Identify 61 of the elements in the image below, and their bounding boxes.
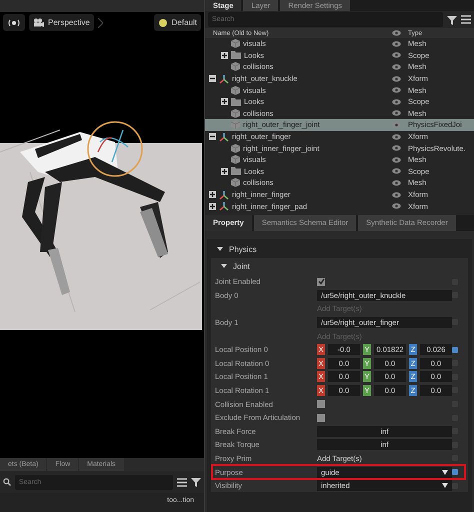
expand-button[interactable] — [221, 52, 228, 59]
expand-button[interactable] — [221, 168, 228, 175]
light-icon — [158, 18, 168, 28]
checkbox[interactable] — [317, 278, 325, 286]
cube-icon — [231, 155, 240, 164]
broadcast-icon — [7, 18, 21, 26]
checkbox[interactable] — [317, 414, 325, 422]
visibility-icon[interactable] — [392, 52, 401, 58]
collapse-button[interactable] — [209, 75, 216, 82]
checkbox[interactable] — [317, 400, 325, 408]
caret-icon — [217, 246, 223, 252]
cube-icon — [231, 62, 240, 72]
caret-icon — [442, 483, 448, 488]
visibility-icon[interactable] — [392, 134, 401, 140]
collapse-button[interactable] — [209, 133, 216, 140]
visibility-icon[interactable] — [392, 145, 401, 152]
menu-icon[interactable] — [461, 15, 471, 24]
camera-icon — [33, 18, 44, 27]
visibility-icon[interactable] — [392, 64, 401, 70]
cube-icon — [231, 39, 240, 48]
filter-icon[interactable] — [447, 14, 457, 24]
folder-icon — [231, 51, 241, 60]
visibility-icon[interactable] — [392, 156, 401, 163]
visibility-icon[interactable] — [392, 40, 401, 47]
visibility-icon[interactable] — [392, 98, 401, 105]
expand-button[interactable] — [209, 191, 216, 198]
camera-button[interactable]: Perspective — [29, 14, 94, 31]
visibility-icon[interactable] — [392, 87, 401, 94]
keyframe-icon[interactable] — [452, 469, 458, 476]
section-header[interactable]: Physics — [211, 240, 468, 258]
axes-icon — [219, 190, 229, 200]
visibility-icon[interactable] — [392, 203, 401, 210]
caret-icon — [221, 263, 227, 270]
keyframe-icon[interactable] — [452, 346, 458, 353]
cube-icon — [231, 86, 240, 95]
chevron-icon — [98, 18, 103, 28]
lighting-button[interactable]: Default — [154, 14, 201, 31]
visibility-icon[interactable] — [392, 192, 401, 198]
expand-button[interactable] — [221, 98, 228, 106]
visibility-icon[interactable] — [392, 122, 401, 128]
menu-icon[interactable] — [177, 478, 187, 486]
cube-icon — [231, 144, 240, 153]
group-header[interactable]: Joint — [215, 258, 464, 275]
cube-icon — [231, 178, 240, 188]
folder-icon — [231, 98, 241, 106]
folder-icon — [231, 167, 241, 176]
visibility-icon[interactable] — [392, 76, 401, 82]
filter-icon[interactable] — [191, 477, 201, 487]
broadcast-button[interactable] — [3, 14, 25, 31]
visibility-header-icon[interactable] — [392, 30, 401, 36]
cube-icon — [231, 120, 240, 130]
expand-button[interactable] — [209, 202, 216, 210]
axes-icon — [219, 74, 229, 84]
visibility-icon[interactable] — [392, 180, 401, 186]
caret-icon — [442, 470, 448, 475]
axes-icon — [219, 201, 229, 212]
visibility-icon[interactable] — [392, 110, 401, 116]
axes-icon — [219, 132, 229, 142]
search-icon — [3, 478, 11, 486]
cube-icon — [231, 108, 240, 118]
visibility-icon[interactable] — [392, 168, 401, 174]
